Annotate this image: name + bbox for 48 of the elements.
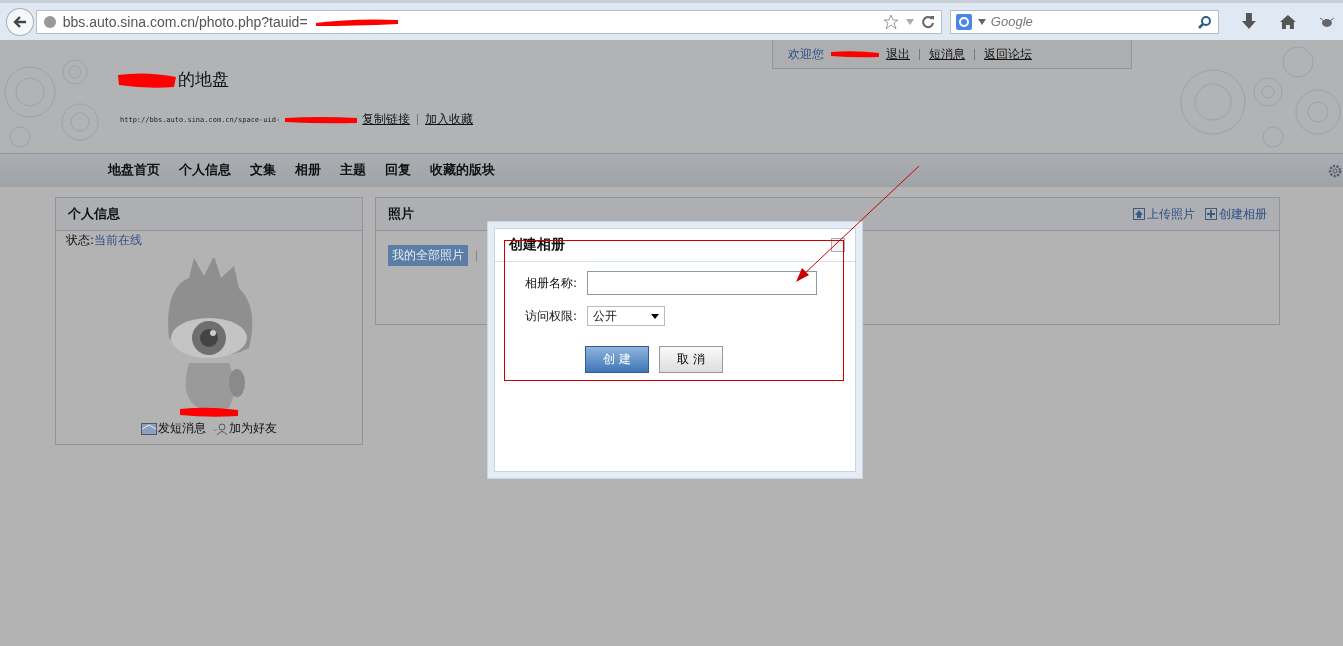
globe-icon: [42, 14, 57, 29]
user-link[interactable]: 退出: [886, 45, 910, 63]
search-icon[interactable]: [1198, 14, 1213, 29]
space-link[interactable]: 复制链接: [362, 111, 411, 128]
redaction-mark: [178, 406, 240, 418]
download-icon[interactable]: [1241, 12, 1258, 31]
panel-title: 个人信息: [68, 205, 120, 223]
nav-item[interactable]: 文集: [250, 161, 276, 179]
redaction-mark: [116, 70, 178, 89]
address-field[interactable]: bbs.auto.sina.com.cn/photo.php?tauid=: [35, 9, 942, 34]
photo-action-link[interactable]: 上传照片: [1133, 205, 1195, 223]
nav-item[interactable]: 主题: [340, 161, 366, 179]
album-name-field[interactable]: [587, 271, 817, 295]
nav-item[interactable]: 收藏的版块: [430, 161, 495, 179]
add-person-icon: [212, 422, 228, 435]
search-field[interactable]: Google: [949, 9, 1220, 34]
star-icon[interactable]: [882, 13, 899, 30]
home-icon[interactable]: [1279, 13, 1298, 30]
profile-action-link[interactable]: 发短消息: [141, 420, 206, 437]
nav-item[interactable]: 回复: [385, 161, 411, 179]
url-text: bbs.auto.sina.com.cn/photo.php?tauid=: [62, 13, 308, 30]
back-icon[interactable]: [6, 7, 34, 36]
access-select[interactable]: 公开: [587, 306, 665, 326]
envelope-icon: [141, 422, 157, 435]
upload-icon: [1133, 208, 1145, 220]
nav-item[interactable]: 个人信息: [179, 161, 231, 179]
status-text: 当前在线: [94, 232, 143, 249]
caret-icon: [651, 313, 659, 319]
nav-item[interactable]: 相册: [295, 161, 321, 179]
field-label: 访问权限:: [525, 307, 579, 325]
space-title: 的地盘: [178, 68, 229, 91]
settings-icon[interactable]: [1328, 164, 1342, 178]
photo-filter-tab[interactable]: 我的全部照片: [388, 245, 468, 266]
field-label: 相册名称:: [525, 274, 579, 292]
user-link[interactable]: 短消息: [929, 45, 965, 63]
photo-action-link[interactable]: 创建相册: [1205, 205, 1267, 223]
user-link[interactable]: 返回论坛: [984, 45, 1032, 63]
greeting-text: 欢迎您: [788, 45, 824, 63]
space-link[interactable]: 加入收藏: [425, 111, 474, 128]
profile-action-link[interactable]: 加为好友: [212, 420, 277, 437]
status-label: 状态:: [66, 232, 95, 249]
reload-icon[interactable]: [920, 14, 935, 29]
redaction-mark: [830, 50, 880, 58]
nav-item[interactable]: 地盘首页: [108, 161, 160, 179]
plus-icon: [1205, 208, 1217, 220]
dialog-button[interactable]: 取 消: [659, 346, 723, 373]
dropdown-icon[interactable]: [977, 18, 986, 25]
panel-title: 照片: [388, 205, 414, 223]
